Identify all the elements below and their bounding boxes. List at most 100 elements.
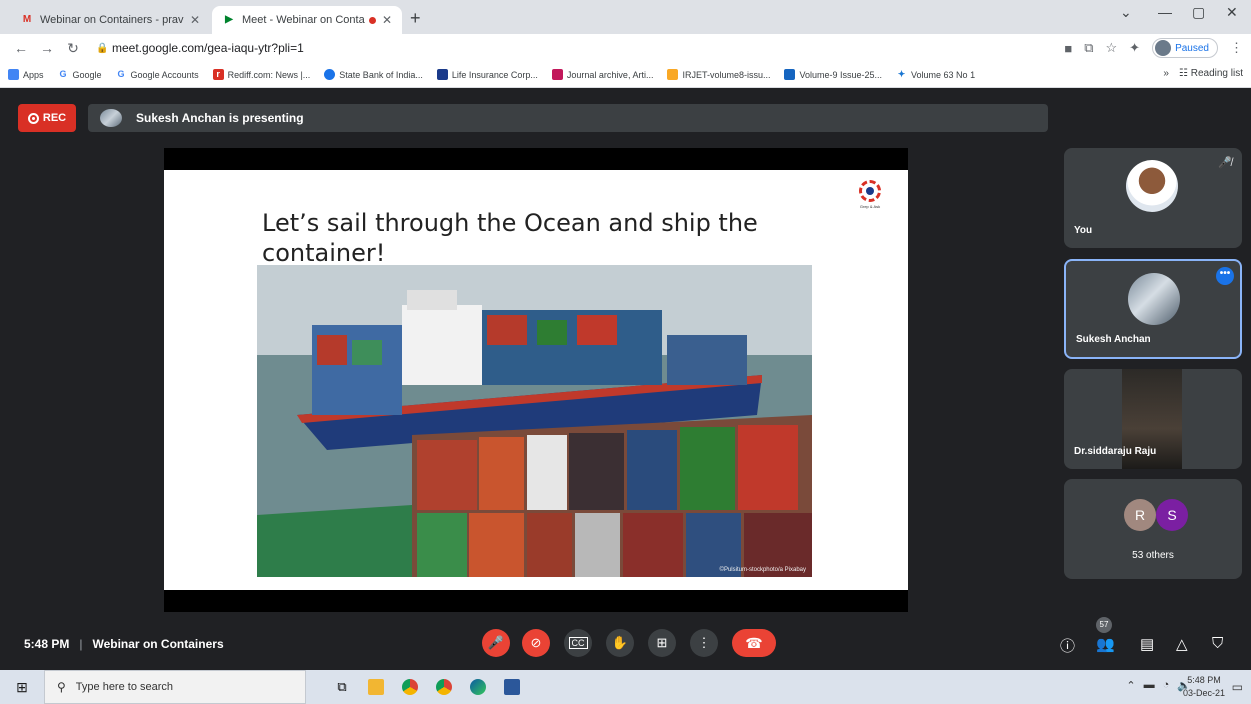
menu-kebab-icon[interactable]: ⋮ xyxy=(1230,40,1243,56)
camera-in-use-icon[interactable]: ■ xyxy=(1064,41,1072,56)
activities-icon[interactable]: △ xyxy=(1176,635,1188,653)
search-placeholder: Type here to search xyxy=(75,681,174,693)
taskbar-clock[interactable]: 5:48 PM 03-Dec-21 xyxy=(1183,674,1225,700)
raise-hand-button[interactable]: ✋ xyxy=(606,629,634,657)
chrome-icon[interactable] xyxy=(432,675,456,699)
journal-icon xyxy=(551,69,563,80)
bookmark-journal-archive[interactable]: Journal archive, Arti... xyxy=(551,69,653,80)
meeting-details-icon[interactable]: ⓘ xyxy=(1060,635,1075,656)
notification-center-icon[interactable]: ▭ xyxy=(1232,680,1243,694)
gmail-icon: M xyxy=(22,14,32,25)
mic-toggle-button[interactable]: 🎤 xyxy=(482,629,510,657)
recording-dot-icon xyxy=(368,16,376,24)
edge-icon[interactable] xyxy=(466,675,490,699)
chat-icon[interactable]: ▤ xyxy=(1140,635,1154,653)
phone-hangup-icon: ☎ xyxy=(745,635,763,651)
minimize-button[interactable]: — xyxy=(1158,4,1172,20)
camera-toggle-button[interactable]: ⊘ xyxy=(522,629,550,657)
record-icon xyxy=(27,112,39,124)
url-text: meet.google.com/gea-iaqu-ytr?pli=1 xyxy=(112,41,304,55)
profile-button[interactable]: Paused xyxy=(1152,38,1218,58)
more-options-button[interactable]: ⋮ xyxy=(690,629,718,657)
bookmark-apps[interactable]: Apps xyxy=(8,69,44,80)
network-icon[interactable]: ◔ xyxy=(1163,679,1170,692)
meeting-time: 5:48 PM xyxy=(24,637,70,651)
bookmark-lic[interactable]: Life Insurance Corp... xyxy=(436,69,538,80)
tray-chevron-icon[interactable]: ⌃ xyxy=(1126,679,1135,692)
bookmark-volume-9[interactable]: Volume-9 Issue-25... xyxy=(784,69,882,80)
google-icon: G xyxy=(59,69,67,79)
hand-icon: ✋ xyxy=(611,635,629,650)
sbi-icon xyxy=(324,69,336,80)
host-controls-icon[interactable]: ⛉ xyxy=(1212,635,1223,652)
people-icon[interactable]: 👥 xyxy=(1096,635,1115,653)
avatar-initial: S xyxy=(1156,499,1188,531)
reload-icon[interactable]: ↻ xyxy=(60,40,86,57)
tab-title: Meet - Webinar on Contain xyxy=(242,14,365,26)
close-window-button[interactable]: ✕ xyxy=(1226,4,1238,21)
camera-off-icon: ⊘ xyxy=(530,635,542,650)
present-button[interactable]: ⊞ xyxy=(648,629,676,657)
extensions-icon[interactable]: ✦ xyxy=(1129,40,1140,56)
irjet-icon xyxy=(667,69,679,80)
battery-icon[interactable]: ▬ xyxy=(1144,679,1155,692)
bookmarks-overflow-icon[interactable]: » xyxy=(1163,68,1169,79)
close-tab-icon[interactable]: ✕ xyxy=(382,13,392,27)
divider: | xyxy=(79,637,83,651)
windows-taskbar: ⊞ ⚲ Type here to search ⧉ ⌃ ▬ ◔ 🔈 5:48 P… xyxy=(0,670,1251,704)
bookmark-star-icon[interactable]: ☆ xyxy=(1106,40,1118,56)
participant-tile-you[interactable]: 🎤̸ You xyxy=(1064,148,1242,248)
meeting-controls-bar: 5:48 PM | Webinar on Containers 🎤 ⊘ CC ✋… xyxy=(0,617,1251,670)
windows-start-icon[interactable]: ⊞ xyxy=(0,679,44,696)
bookmark-volume-63[interactable]: ✦ Volume 63 No 1 xyxy=(896,69,975,80)
task-view-icon[interactable]: ⧉ xyxy=(330,675,354,699)
new-tab-button[interactable]: + xyxy=(410,8,421,29)
captions-button[interactable]: CC xyxy=(564,629,592,657)
browser-tab-meet[interactable]: ▶ Meet - Webinar on Contain ✕ xyxy=(212,6,402,34)
rediff-icon: r xyxy=(212,69,224,80)
bookmark-sbi[interactable]: State Bank of India... xyxy=(324,69,423,80)
lock-icon[interactable]: 🔒 xyxy=(96,43,112,54)
more-options-icon[interactable]: ••• xyxy=(1216,267,1234,285)
avatar-initial: R xyxy=(1124,499,1156,531)
apps-grid-icon xyxy=(8,69,19,80)
browser-tab-webinar[interactable]: M Webinar on Containers - pravee ✕ xyxy=(10,6,210,34)
captions-icon: CC xyxy=(568,637,588,649)
meeting-info: 5:48 PM | Webinar on Containers xyxy=(24,637,224,651)
tab-search-icon[interactable]: ⌄ xyxy=(1120,4,1132,21)
volume-icon xyxy=(784,69,796,80)
participant-tile-dr-siddaraju-raju[interactable]: Dr.siddaraju Raju xyxy=(1064,369,1242,469)
leave-call-button[interactable]: ☎ xyxy=(732,629,776,657)
more-vert-icon: ⋮ xyxy=(697,635,711,650)
presentation-stage: Let’s sail through the Ocean and ship th… xyxy=(164,148,908,612)
back-icon[interactable]: ← xyxy=(8,40,34,56)
bookmark-google-accounts[interactable]: G Google Accounts xyxy=(116,69,199,80)
close-tab-icon[interactable]: ✕ xyxy=(190,13,200,27)
presenter-avatar xyxy=(100,109,122,127)
avatar xyxy=(1128,273,1180,325)
tab-title: Webinar on Containers - pravee xyxy=(40,14,184,26)
participant-tile-others[interactable]: R S 53 others xyxy=(1064,479,1242,579)
bookmark-rediff[interactable]: r Rediff.com: News |... xyxy=(212,69,310,80)
meeting-name: Webinar on Containers xyxy=(92,637,224,651)
container-ship-image: ©Pulsitum-stockphoto/a Pixabay xyxy=(257,265,812,577)
forward-icon[interactable]: → xyxy=(34,40,60,56)
slide-logo: Grep & Ask xyxy=(850,180,890,209)
avatar xyxy=(1155,40,1172,56)
maximize-button[interactable]: ▢ xyxy=(1192,4,1205,21)
chrome-icon[interactable] xyxy=(398,675,422,699)
browser-toolbar: ← → ↻ 🔒 meet.google.com/gea-iaqu-ytr?pli… xyxy=(0,34,1251,62)
reading-list-button[interactable]: ☷ Reading list xyxy=(1179,68,1243,79)
word-icon[interactable] xyxy=(500,675,524,699)
bookmark-google[interactable]: G Google xyxy=(58,69,102,80)
address-bar[interactable]: 🔒 meet.google.com/gea-iaqu-ytr?pli=1 xyxy=(96,37,1016,59)
bookmark-irjet[interactable]: IRJET-volume8-issu... xyxy=(667,69,770,80)
taskbar-search[interactable]: ⚲ Type here to search xyxy=(44,670,306,704)
file-explorer-icon[interactable] xyxy=(364,675,388,699)
participant-tile-sukesh-anchan[interactable]: ••• Sukesh Anchan xyxy=(1064,259,1242,359)
present-screen-icon: ⊞ xyxy=(656,635,668,650)
share-icon[interactable]: ⧉ xyxy=(1084,40,1093,56)
presentation-slide: Let’s sail through the Ocean and ship th… xyxy=(164,170,908,590)
volume-bird-icon: ✦ xyxy=(897,69,906,79)
recording-indicator[interactable]: REC xyxy=(18,104,76,132)
